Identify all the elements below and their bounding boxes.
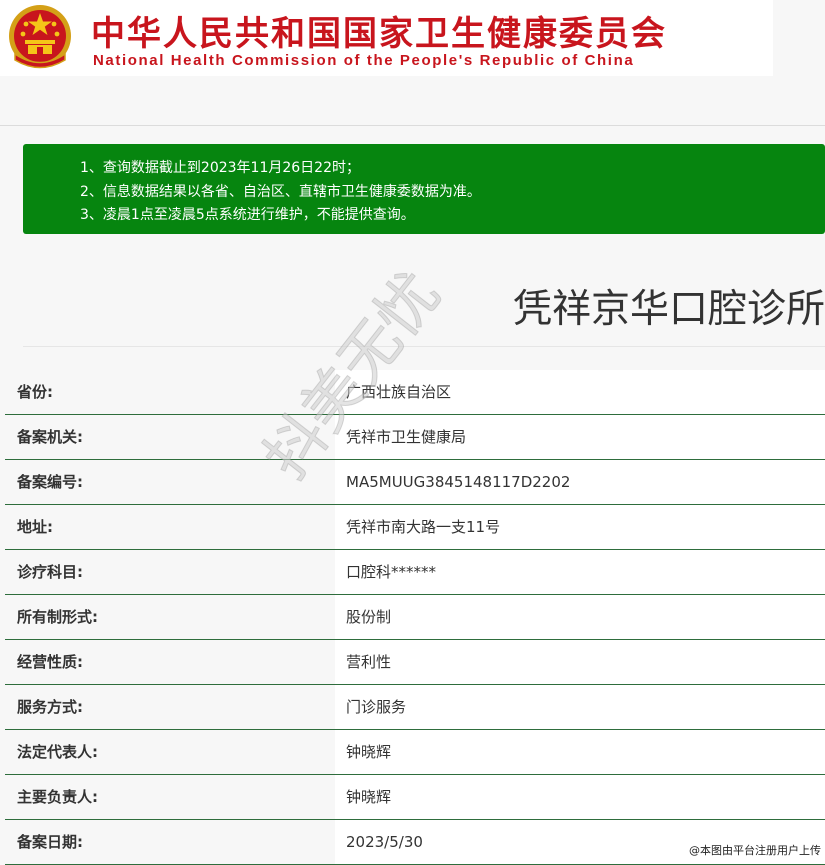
- notice-box: 1、查询数据截止到2023年11月26日22时； 2、信息数据结果以各省、自治区…: [23, 144, 825, 234]
- detail-value: MA5MUUG3845148117D2202: [335, 460, 825, 504]
- clinic-name: 凭祥京华口腔诊所: [512, 287, 825, 332]
- detail-row-business-nature: 经营性质: 营利性: [5, 640, 825, 685]
- detail-value: 钟晓辉: [335, 775, 825, 819]
- detail-label: 所有制形式:: [5, 595, 335, 639]
- detail-label: 服务方式:: [5, 685, 335, 729]
- detail-value: 凭祥市卫生健康局: [335, 415, 825, 459]
- detail-label: 主要负责人:: [5, 775, 335, 819]
- detail-row-registration-authority: 备案机关: 凭祥市卫生健康局: [5, 415, 825, 460]
- header-banner[interactable]: 中华人民共和国国家卫生健康委员会 National Health Commiss…: [0, 0, 773, 76]
- upload-credit: @本图由平台注册用户上传: [689, 842, 821, 858]
- notice-item: 2、信息数据结果以各省、自治区、直辖市卫生健康委数据为准。: [80, 183, 481, 200]
- detail-value: 广西壮族自治区: [335, 370, 825, 414]
- site-title-cn: 中华人民共和国国家卫生健康委员会: [91, 14, 667, 54]
- detail-label: 诊疗科目:: [5, 550, 335, 594]
- detail-value: 营利性: [335, 640, 825, 684]
- site-title-en: National Health Commission of the People…: [93, 52, 635, 69]
- detail-label: 省份:: [5, 370, 335, 414]
- detail-value: 钟晓辉: [335, 730, 825, 774]
- detail-label: 经营性质:: [5, 640, 335, 684]
- detail-label: 备案日期:: [5, 820, 335, 864]
- detail-row-legal-representative: 法定代表人: 钟晓辉: [5, 730, 825, 775]
- detail-value: 股份制: [335, 595, 825, 639]
- detail-value: 口腔科******: [335, 550, 825, 594]
- detail-row-departments: 诊疗科目: 口腔科******: [5, 550, 825, 595]
- detail-row-registration-number: 备案编号: MA5MUUG3845148117D2202: [5, 460, 825, 505]
- notice-item: 1、查询数据截止到2023年11月26日22时；: [80, 160, 360, 176]
- notice-item: 3、凌晨1点至凌晨5点系统进行维护，不能提供查询。: [80, 207, 415, 223]
- detail-value: 凭祥市南大路一支11号: [335, 505, 825, 549]
- detail-label: 备案机关:: [5, 415, 335, 459]
- national-emblem-icon: [9, 5, 71, 69]
- clinic-details-table: 省份: 广西壮族自治区 备案机关: 凭祥市卫生健康局 备案编号: MA5MUUG…: [5, 370, 825, 865]
- divider: [23, 346, 825, 347]
- detail-value: 门诊服务: [335, 685, 825, 729]
- detail-row-province: 省份: 广西壮族自治区: [5, 370, 825, 415]
- site-header: 中华人民共和国国家卫生健康委员会 National Health Commiss…: [0, 0, 825, 126]
- detail-row-ownership: 所有制形式: 股份制: [5, 595, 825, 640]
- detail-label: 法定代表人:: [5, 730, 335, 774]
- detail-row-service-mode: 服务方式: 门诊服务: [5, 685, 825, 730]
- detail-label: 备案编号:: [5, 460, 335, 504]
- detail-row-principal: 主要负责人: 钟晓辉: [5, 775, 825, 820]
- detail-label: 地址:: [5, 505, 335, 549]
- detail-row-address: 地址: 凭祥市南大路一支11号: [5, 505, 825, 550]
